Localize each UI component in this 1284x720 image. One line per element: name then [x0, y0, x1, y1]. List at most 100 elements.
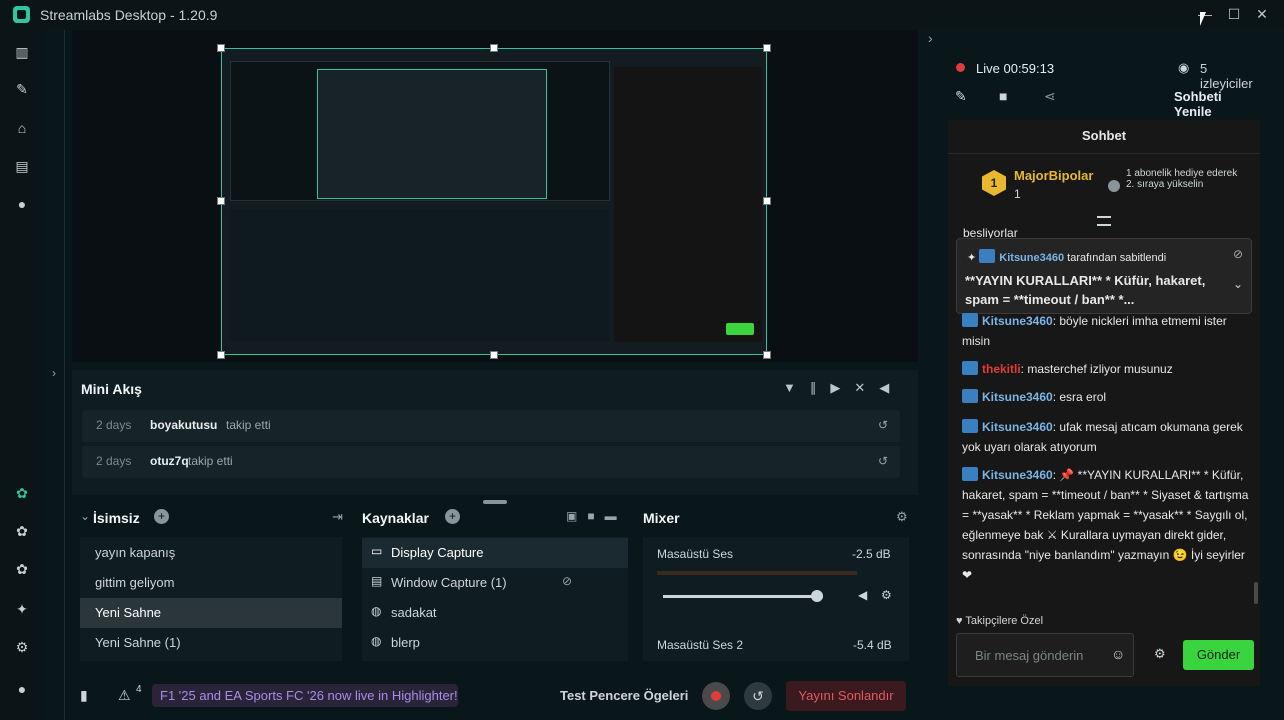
test-widgets-label[interactable]: Test Pencere Ögeleri — [560, 688, 688, 703]
performance-icon[interactable]: ▮ — [80, 687, 88, 704]
monitor-icon: ▭ — [371, 544, 383, 558]
source-group-icon[interactable]: ▣ — [566, 509, 587, 523]
chat-username[interactable]: Kitsune3460 — [982, 314, 1053, 328]
user-icon[interactable]: ● — [13, 680, 31, 698]
channel-settings-icon[interactable]: ⚙ — [881, 588, 892, 602]
collapse-chat-icon[interactable]: › — [928, 30, 933, 46]
volume-icon[interactable]: ◀ — [879, 380, 903, 395]
mini-feed-title: Mini Akış — [81, 381, 142, 397]
left-sidebar: ▥ ✎ ⌂ ▤ ● ✿ ✿ ✿ ✦ ⚙ ● — [0, 30, 44, 720]
twitter-icon — [979, 249, 996, 263]
filter-icon[interactable]: ▼ — [783, 380, 810, 395]
unpin-icon[interactable]: ⊘ — [1233, 247, 1243, 261]
settings-icon[interactable]: ⚙ — [13, 638, 31, 656]
speaker-icon[interactable]: ◀ — [858, 588, 867, 602]
resize-handle[interactable] — [763, 197, 771, 205]
source-item[interactable]: ◍ blerp — [362, 628, 628, 658]
chat-input[interactable]: Bir mesaj gönderin ☺ — [956, 633, 1134, 677]
resize-handle[interactable] — [217, 44, 225, 52]
chat-username[interactable]: Kitsune3460 — [982, 390, 1053, 404]
chat-username[interactable]: Kitsune3460 — [982, 468, 1053, 482]
widgets-icon[interactable]: ✿ — [13, 560, 31, 578]
pinned-text: **YAYIN KURALLARI** * Küfür, hakaret, sp… — [965, 273, 1206, 307]
scene-item[interactable]: Yeni Sahne (1) — [80, 628, 342, 658]
emoji-icon[interactable]: ☺ — [1111, 646, 1125, 662]
folder-icon[interactable]: ▬ — [605, 509, 627, 523]
chat-message: Kitsune3460: 📌 **YAYIN KURALLARI** * Küf… — [962, 467, 1249, 582]
replay-icon[interactable]: ↺ — [878, 454, 888, 468]
resize-handle[interactable] — [490, 44, 498, 52]
status-bar: ▮ ⚠ 4 F1 '25 and EA Sports FC '26 now li… — [72, 676, 918, 716]
refresh-chat-button[interactable]: Sohbeti Yenile — [1174, 89, 1260, 119]
pinned-header: ✦ Kitsune3460 tarafından sabitlendi — [967, 249, 1166, 264]
live-indicator-icon — [956, 63, 965, 72]
mute-alerts-icon[interactable]: ✕ — [854, 380, 879, 395]
skip-icon[interactable]: ▶ — [830, 380, 854, 395]
alert-icon[interactable]: ⚠ — [118, 687, 131, 704]
collapse-chevron-icon[interactable]: ⌄ — [80, 509, 90, 523]
app-title: Streamlabs Desktop - 1.20.9 — [40, 7, 218, 23]
editor-icon[interactable]: ▥ — [13, 43, 31, 61]
feed-event-row: 2 days boyakutusu takip etti ↺ — [82, 410, 900, 442]
record-button[interactable] — [702, 682, 730, 710]
source-item[interactable]: ▤ Window Capture (1) ⊘ — [362, 568, 628, 598]
chat-column: Live 00:59:13 ◉ 5 izleyiciler ✎ ■ ⋖ Sohb… — [948, 30, 1260, 720]
display-capture-preview[interactable] — [221, 48, 767, 355]
themes-icon[interactable]: ✎ — [13, 80, 31, 98]
maximize-icon[interactable]: ☐ — [1223, 4, 1245, 24]
close-icon[interactable]: ✕ — [1251, 4, 1273, 24]
replay-buffer-icon[interactable]: ↺ — [744, 682, 772, 710]
volume-slider[interactable] — [663, 590, 823, 602]
eye-icon: ◉ — [1178, 60, 1190, 75]
feed-controls: ▼∥▶✕◀ — [783, 380, 903, 396]
followers-only-label: ♥ Takipçilere Özel — [956, 615, 1044, 627]
add-source-icon[interactable]: + — [445, 509, 460, 524]
chat-scrollbar[interactable] — [1254, 582, 1258, 604]
replay-icon[interactable]: ↺ — [878, 418, 888, 432]
end-stream-button[interactable]: Yayını Sonlandır — [786, 681, 906, 711]
pause-icon[interactable]: ∥ — [810, 380, 831, 395]
scenes-panel: ⌄ İsimsiz + ⇥ yayın kapanış gittim geliy… — [80, 503, 348, 663]
sparkle-icon[interactable]: ✦ — [13, 600, 31, 618]
source-item[interactable]: ◍ sadakat — [362, 598, 628, 628]
layout-icon[interactable]: ▤ — [13, 157, 31, 175]
scene-item[interactable]: gittim geliyom — [80, 568, 342, 598]
heart-icon: ♥ — [956, 615, 966, 627]
add-scene-icon[interactable]: + — [154, 509, 169, 524]
resize-handle[interactable] — [490, 351, 498, 359]
twitter-icon — [962, 389, 978, 403]
chat-username[interactable]: Kitsune3460 — [982, 420, 1053, 434]
hidden-eye-icon[interactable]: ⊘ — [562, 574, 572, 588]
event-time: 2 days — [96, 454, 132, 468]
scene-collection-title[interactable]: İsimsiz — [93, 510, 140, 526]
resize-handle[interactable] — [763, 44, 771, 52]
audio-level: -2.5 dB — [852, 547, 891, 561]
expand-left-icon[interactable]: › — [52, 366, 56, 380]
share-icon[interactable]: ⋖ — [1044, 88, 1056, 105]
scene-item[interactable]: yayın kapanış — [80, 538, 342, 568]
camera-icon[interactable]: ■ — [587, 509, 604, 523]
chat-settings-icon[interactable]: ⚙ — [1154, 646, 1166, 662]
volume-slider-knob[interactable] — [810, 590, 823, 602]
store-icon[interactable]: ⌂ — [13, 119, 31, 137]
donor-name: MajorBipolar — [1014, 168, 1094, 183]
plugin-icon[interactable]: ✿ — [13, 522, 31, 540]
mixer-settings-icon[interactable]: ⚙ — [896, 509, 908, 525]
promo-banner[interactable]: F1 '25 and EA Sports FC '26 now live in … — [152, 684, 458, 707]
camera-icon[interactable]: ■ — [999, 88, 1007, 104]
apps-icon[interactable]: ✿ — [13, 484, 31, 502]
scene-transition-icon[interactable]: ⇥ — [332, 509, 343, 525]
menu-icon[interactable] — [1097, 216, 1111, 226]
scene-item-selected[interactable]: Yeni Sahne — [80, 598, 342, 628]
edit-icon[interactable]: ✎ — [955, 88, 967, 105]
resize-handle[interactable] — [217, 197, 225, 205]
send-button[interactable]: Gönder — [1183, 640, 1254, 670]
play-icon[interactable]: ● — [13, 195, 31, 213]
expand-pinned-icon[interactable]: ⌄ — [1233, 277, 1243, 291]
source-item-selected[interactable]: ▭ Display Capture — [362, 538, 628, 568]
donor-rank-badge: 1 — [982, 170, 1006, 196]
chat-username[interactable]: thekitli — [982, 362, 1021, 376]
pinned-message[interactable]: ✦ Kitsune3460 tarafından sabitlendi ⊘ **… — [956, 238, 1252, 314]
resize-handle[interactable] — [763, 351, 771, 359]
resize-handle[interactable] — [217, 351, 225, 359]
